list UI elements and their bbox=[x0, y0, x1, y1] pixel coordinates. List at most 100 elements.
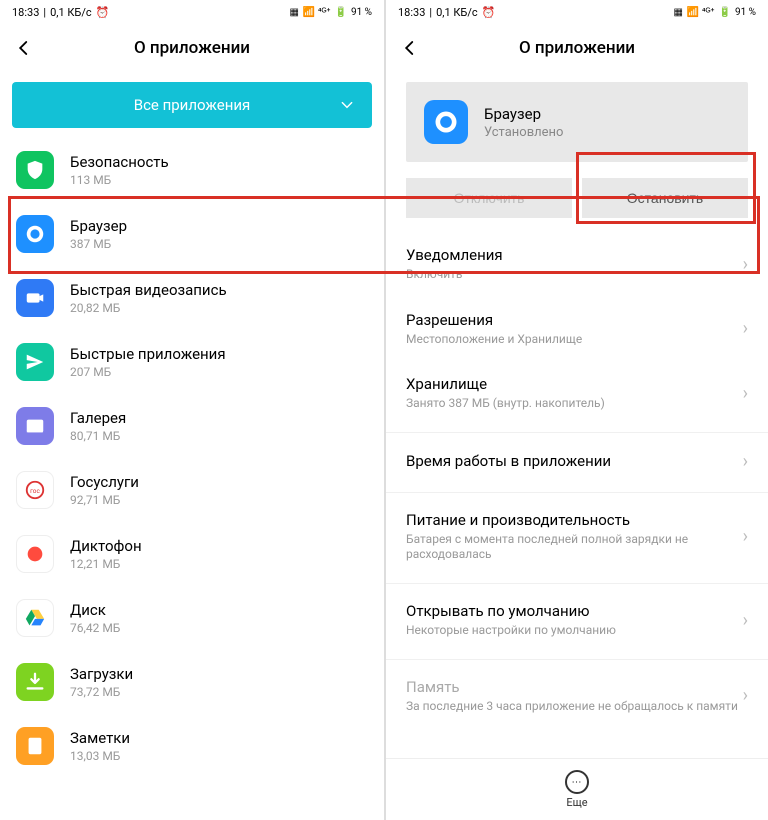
app-size: 73,72 МБ bbox=[70, 685, 133, 699]
app-icon bbox=[16, 151, 54, 189]
app-icon bbox=[16, 343, 54, 381]
setting-title: Хранилище bbox=[406, 375, 743, 393]
app-size: 113 МБ bbox=[70, 173, 169, 187]
status-speed: 0,1 КБ/с bbox=[436, 6, 478, 19]
setting-row[interactable]: Уведомления Включить › bbox=[386, 232, 768, 297]
setting-row[interactable]: Разрешения Местоположение и Хранилище › bbox=[386, 297, 768, 362]
app-name: Диск bbox=[70, 601, 120, 619]
setting-title: Память bbox=[406, 678, 743, 696]
app-size: 207 МБ bbox=[70, 365, 226, 379]
setting-subtitle: Включить bbox=[406, 267, 743, 283]
app-icon bbox=[16, 727, 54, 765]
screen-app-list: 18:33 | 0,1 КБ/с ⏰ ▦ 📶 ⁴ᴳ⁺ 🔋 91 % О прил… bbox=[0, 0, 384, 820]
app-install-status: Установлено bbox=[484, 125, 563, 140]
app-row[interactable]: Загрузки 73,72 МБ bbox=[0, 650, 384, 714]
setting-row[interactable]: Открывать по умолчанию Некоторые настрой… bbox=[386, 583, 768, 653]
status-bar: 18:33 | 0,1 КБ/с ⏰ ▦ 📶 ⁴ᴳ⁺ 🔋 91 % bbox=[386, 0, 768, 24]
app-row[interactable]: Быстрая видеозапись 20,82 МБ bbox=[0, 266, 384, 330]
status-bar: 18:33 | 0,1 КБ/с ⏰ ▦ 📶 ⁴ᴳ⁺ 🔋 91 % bbox=[0, 0, 384, 24]
disable-button[interactable]: Отключить bbox=[406, 178, 572, 218]
status-time: 18:33 bbox=[12, 6, 39, 19]
more-label: Еще bbox=[566, 796, 587, 809]
app-list: Безопасность 113 МБ Браузер 387 МБ Быстр… bbox=[0, 138, 384, 820]
app-row[interactable]: Браузер 387 МБ bbox=[0, 202, 384, 266]
chevron-right-icon: › bbox=[743, 685, 748, 706]
app-size: 92,71 МБ bbox=[70, 493, 139, 507]
app-size: 12,21 МБ bbox=[70, 557, 142, 571]
app-name: Галерея bbox=[70, 409, 126, 427]
app-header: О приложении bbox=[386, 24, 768, 72]
action-buttons: Отключить Остановить bbox=[386, 172, 768, 232]
app-summary-card: Браузер Установлено bbox=[406, 82, 748, 162]
alarm-icon: ⏰ bbox=[482, 6, 496, 19]
settings-list: Уведомления Включить › Разрешения Местоп… bbox=[386, 232, 768, 758]
app-row[interactable]: гос Госуслуги 92,71 МБ bbox=[0, 458, 384, 522]
app-name: Браузер bbox=[484, 105, 563, 123]
screen-app-detail: 18:33 | 0,1 КБ/с ⏰ ▦ 📶 ⁴ᴳ⁺ 🔋 91 % О прил… bbox=[384, 0, 768, 820]
more-icon: ⋯ bbox=[565, 770, 589, 794]
app-name: Загрузки bbox=[70, 665, 133, 683]
app-row[interactable]: Диск 76,42 МБ bbox=[0, 586, 384, 650]
app-row[interactable]: Галерея 80,71 МБ bbox=[0, 394, 384, 458]
globe-icon bbox=[432, 108, 460, 136]
signal-icon: 📶 ⁴ᴳ⁺ bbox=[687, 7, 715, 18]
app-name: Диктофон bbox=[70, 537, 142, 555]
app-name: Браузер bbox=[70, 217, 127, 235]
setting-row[interactable]: Память За последние 3 часа приложение не… bbox=[386, 659, 768, 729]
app-row[interactable]: Диктофон 12,21 МБ bbox=[0, 522, 384, 586]
dropdown-label: Все приложения bbox=[134, 96, 251, 114]
setting-subtitle: Батарея с момента последней полной заряд… bbox=[406, 532, 743, 563]
app-row[interactable]: Заметки 13,03 МБ bbox=[0, 714, 384, 778]
battery-icon: 🔋 bbox=[335, 7, 347, 18]
page-title: О приложении bbox=[134, 38, 250, 58]
setting-row[interactable]: Время работы в приложении › bbox=[386, 432, 768, 486]
app-size: 387 МБ bbox=[70, 237, 127, 251]
app-icon bbox=[16, 215, 54, 253]
battery-icon: 🔋 bbox=[719, 7, 731, 18]
alarm-icon: ⏰ bbox=[96, 6, 110, 19]
sim-icon: ▦ bbox=[289, 7, 298, 18]
back-button[interactable] bbox=[12, 36, 36, 60]
svg-text:гос: гос bbox=[30, 487, 40, 495]
back-button[interactable] bbox=[398, 36, 422, 60]
setting-title: Время работы в приложении bbox=[406, 452, 743, 470]
app-size: 76,42 МБ bbox=[70, 621, 120, 635]
app-row[interactable]: Быстрые приложения 207 МБ bbox=[0, 330, 384, 394]
more-button[interactable]: ⋯ Еще bbox=[386, 758, 768, 820]
setting-row[interactable]: Питание и производительность Батарея с м… bbox=[386, 492, 768, 577]
status-speed: 0,1 КБ/с bbox=[50, 6, 92, 19]
chevron-right-icon: › bbox=[743, 318, 748, 339]
app-name: Госуслуги bbox=[70, 473, 139, 491]
page-title: О приложении bbox=[519, 38, 635, 58]
setting-title: Разрешения bbox=[406, 311, 743, 329]
app-icon: гос bbox=[16, 471, 54, 509]
sim-icon: ▦ bbox=[673, 7, 682, 18]
setting-subtitle: Некоторые настройки по умолчанию bbox=[406, 623, 743, 639]
battery-pct: 91 % bbox=[351, 7, 372, 18]
app-icon bbox=[16, 663, 54, 701]
stop-button[interactable]: Остановить bbox=[582, 178, 748, 218]
app-header: О приложении bbox=[0, 24, 384, 72]
app-icon bbox=[16, 535, 54, 573]
battery-pct: 91 % bbox=[735, 7, 756, 18]
setting-subtitle: За последние 3 часа приложение не обраща… bbox=[406, 699, 743, 715]
chevron-right-icon: › bbox=[743, 610, 748, 631]
setting-title: Открывать по умолчанию bbox=[406, 602, 743, 620]
setting-row[interactable]: Хранилище Занято 387 МБ (внутр. накопите… bbox=[386, 361, 768, 426]
app-name: Быстрые приложения bbox=[70, 345, 226, 363]
setting-subtitle: Местоположение и Хранилище bbox=[406, 332, 743, 348]
chevron-right-icon: › bbox=[743, 451, 748, 472]
chevron-left-icon bbox=[401, 39, 419, 57]
signal-icon: 📶 ⁴ᴳ⁺ bbox=[303, 7, 331, 18]
app-name: Безопасность bbox=[70, 153, 169, 171]
app-icon bbox=[424, 100, 468, 144]
chevron-right-icon: › bbox=[743, 526, 748, 547]
app-name: Заметки bbox=[70, 729, 130, 747]
app-row[interactable]: Безопасность 113 МБ bbox=[0, 138, 384, 202]
chevron-right-icon: › bbox=[743, 254, 748, 275]
app-name: Быстрая видеозапись bbox=[70, 281, 227, 299]
setting-title: Уведомления bbox=[406, 246, 743, 264]
apps-filter-dropdown[interactable]: Все приложения bbox=[12, 82, 372, 128]
app-size: 20,82 МБ bbox=[70, 301, 227, 315]
chevron-left-icon bbox=[15, 39, 33, 57]
